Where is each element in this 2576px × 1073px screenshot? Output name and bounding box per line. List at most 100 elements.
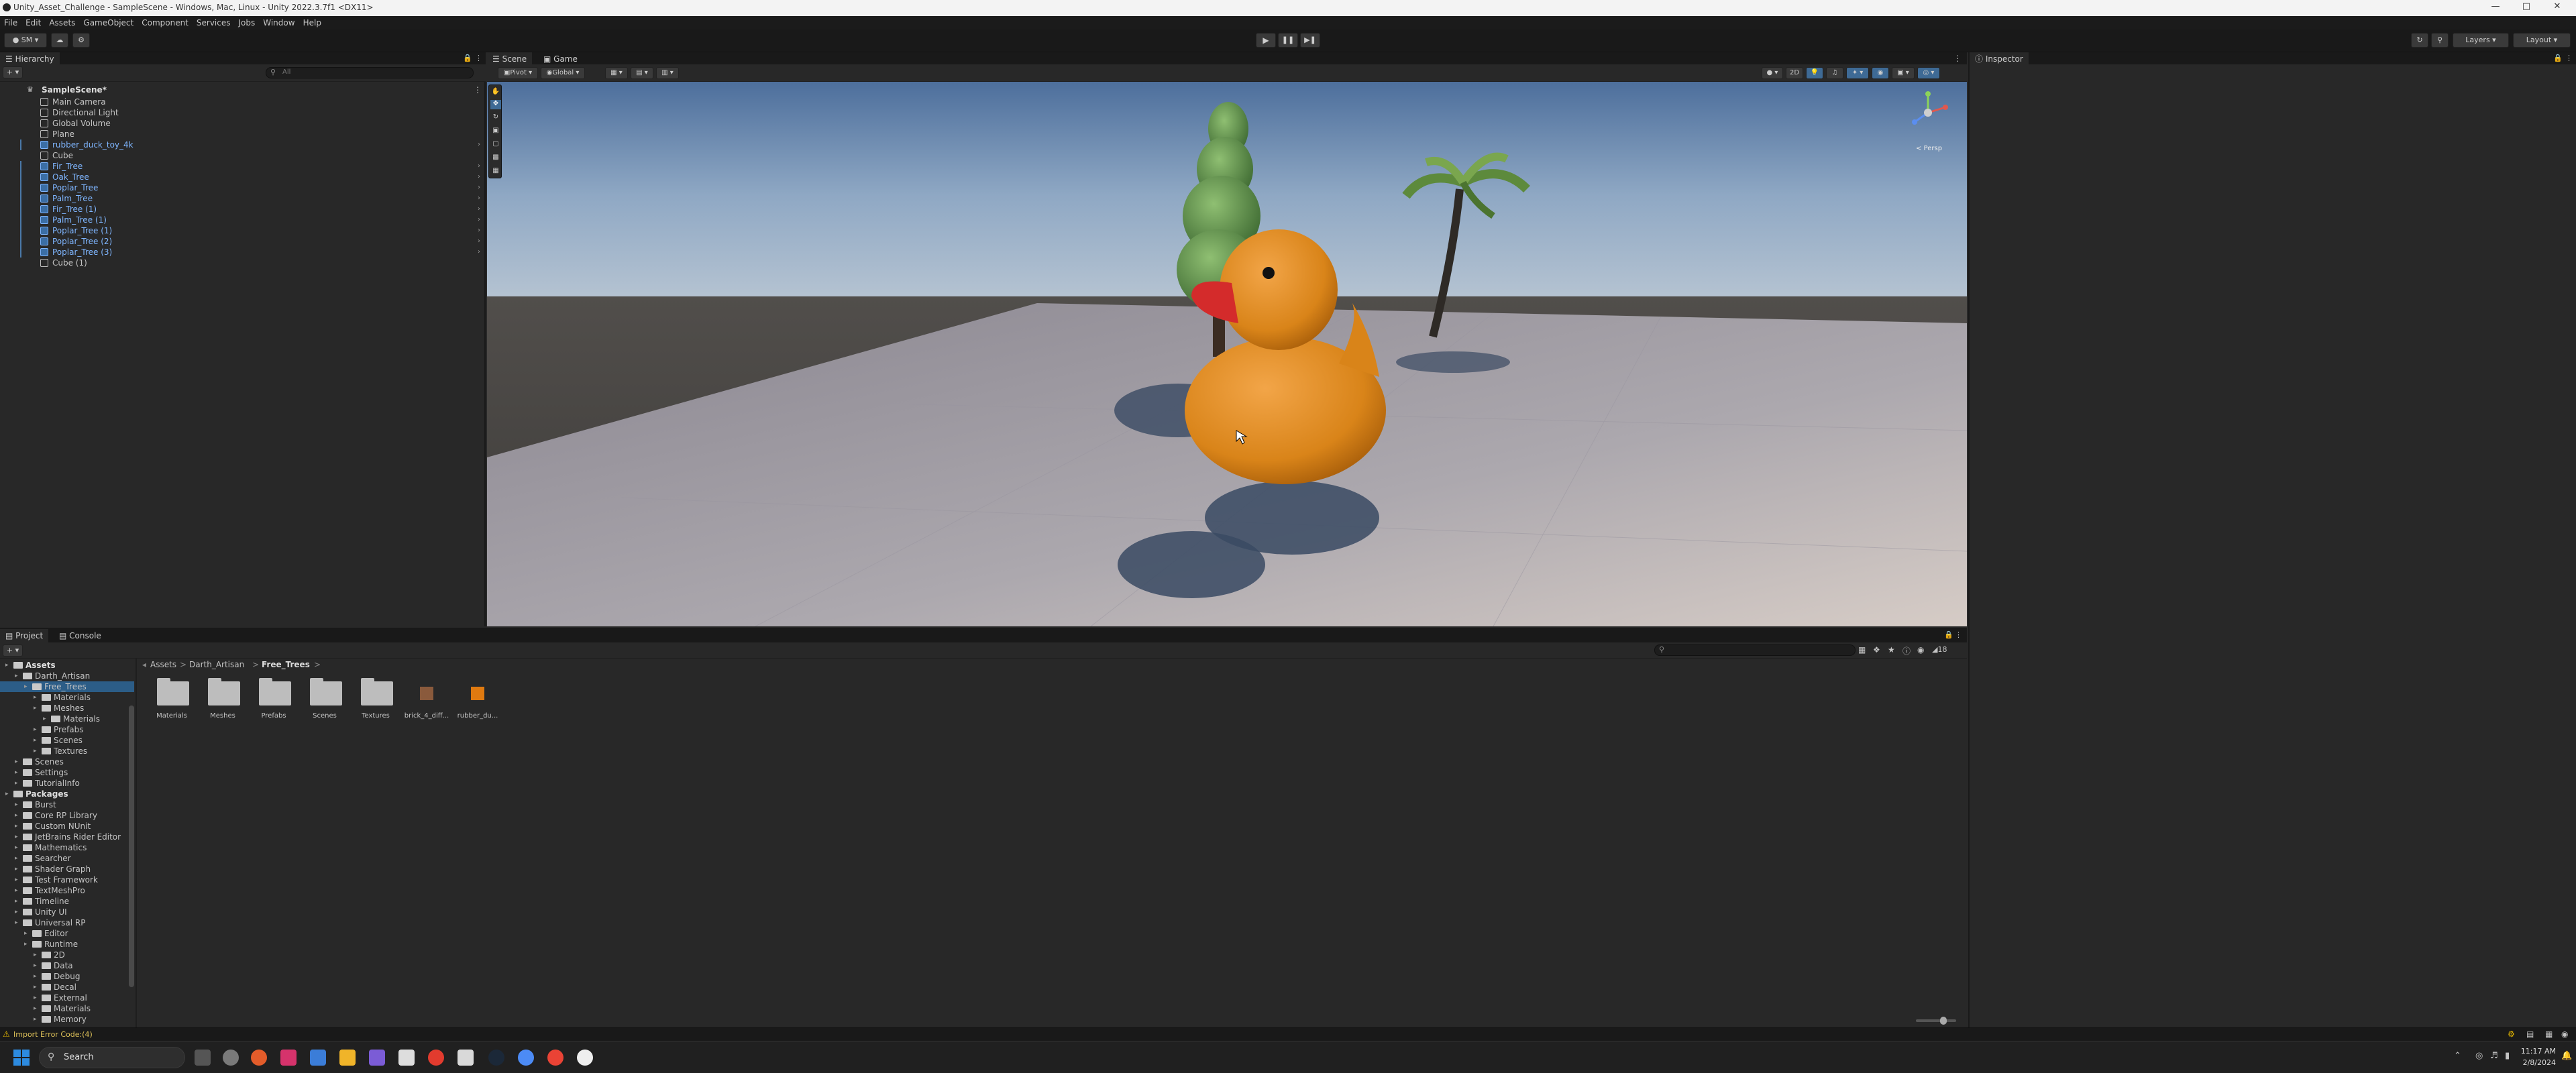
expand-arrow-icon[interactable]: ▸ [34, 1014, 37, 1025]
windows-start-icon[interactable] [13, 1050, 30, 1066]
eye-icon[interactable]: ◉ [1917, 645, 1924, 655]
expand-arrow-icon[interactable]: ▸ [15, 671, 18, 681]
folder-tree-item[interactable]: ▸ Shader Graph [0, 864, 134, 874]
chrome-icon[interactable] [547, 1050, 564, 1066]
breadcrumb-item-free-trees[interactable]: Free_Trees [262, 659, 310, 671]
menu-edit[interactable]: Edit [21, 16, 45, 30]
hierarchy-item[interactable]: Plane [0, 129, 484, 139]
open-prefab-icon[interactable]: › [478, 139, 480, 150]
folder-tree-item[interactable]: ▸ Memory [0, 1014, 134, 1025]
close-icon[interactable]: ✕ [2544, 1, 2571, 15]
expand-arrow-icon[interactable]: ▸ [24, 928, 28, 939]
firefox-icon[interactable] [251, 1050, 267, 1066]
expand-arrow-icon[interactable]: ▸ [34, 982, 37, 993]
expand-arrow-icon[interactable]: ▸ [34, 703, 37, 714]
hand-tool-icon[interactable]: ✋ [490, 88, 501, 97]
lock-icon[interactable]: 🔒 [463, 54, 472, 62]
collab-icon[interactable]: ⚙ [72, 33, 90, 48]
folder-tree-item[interactable]: ▸ JetBrains Rider Editor [0, 832, 134, 842]
folder-tree-item[interactable]: ▸ 2D [0, 950, 134, 960]
expand-arrow-icon[interactable]: ▸ [15, 842, 18, 853]
tab-console[interactable]: ▤ Console [54, 629, 107, 642]
clock-time[interactable]: 11:17 AM [2516, 1047, 2556, 1056]
help-icon[interactable]: ⓘ [1902, 645, 1911, 657]
asset-folder[interactable]: Materials [148, 676, 196, 730]
expand-arrow-icon[interactable]: ▸ [15, 874, 18, 885]
hierarchy-item[interactable]: › rubber_duck_toy_4k [0, 139, 484, 150]
toggle-2d-button[interactable]: 2D [1786, 67, 1803, 79]
asset-folder[interactable]: Scenes [301, 676, 349, 730]
breadcrumb-item-darth-artisan[interactable]: Darth_Artisan [189, 659, 244, 671]
asset-folder[interactable]: Meshes [199, 676, 247, 730]
gizmos-button[interactable]: ◎ ▾ [1917, 67, 1940, 79]
slider-thumb[interactable] [1940, 1017, 1947, 1025]
git-client-icon[interactable] [428, 1050, 444, 1066]
save-search-icon[interactable]: ★ [1888, 645, 1895, 655]
menu-services[interactable]: Services [193, 16, 235, 30]
open-prefab-icon[interactable]: › [478, 161, 480, 172]
kebab-menu-icon[interactable]: ⋮ [1953, 54, 1962, 63]
folder-tree-item[interactable]: ▸ Runtime [0, 939, 134, 950]
folder-tree-item[interactable]: ▸ Materials [0, 692, 134, 703]
step-button[interactable]: ▶❚ [1300, 33, 1320, 48]
kebab-menu-icon[interactable]: ⋮ [475, 54, 482, 62]
expand-arrow-icon[interactable]: ▸ [34, 960, 37, 971]
steam-icon[interactable] [488, 1050, 504, 1066]
folder-tree-item[interactable]: ▸ Decal [0, 982, 134, 993]
search-icon[interactable]: ⚲ [2431, 33, 2449, 48]
expand-arrow-icon[interactable]: ▸ [15, 799, 18, 810]
photos-app-icon[interactable] [280, 1050, 297, 1066]
project-search-input[interactable]: ⚲ [1654, 644, 1856, 656]
folder-tree-item[interactable]: ▸ Mathematics [0, 842, 134, 853]
expand-arrow-icon[interactable]: ▸ [15, 885, 18, 896]
expand-arrow-icon[interactable]: ▸ [34, 971, 37, 982]
create-asset-button[interactable]: + ▾ [3, 644, 23, 657]
expand-arrow-icon[interactable]: ▸ [43, 714, 46, 724]
open-prefab-icon[interactable]: › [478, 182, 480, 193]
snap-increment-button[interactable]: ▤ ▾ [631, 67, 653, 79]
rotate-tool-icon[interactable]: ↻ [490, 113, 501, 123]
hierarchy-item[interactable]: › Oak_Tree [0, 172, 484, 182]
audio-toggle[interactable]: ♫ [1826, 67, 1843, 79]
folder-tree-item[interactable]: ▸ Meshes [0, 703, 134, 714]
folder-tree-item[interactable]: ▸ Burst [0, 799, 134, 810]
open-prefab-icon[interactable]: › [478, 204, 480, 215]
effects-toggle[interactable]: ✦ ▾ [1846, 67, 1869, 79]
lighting-toggle[interactable]: 💡 [1806, 67, 1823, 79]
hierarchy-item[interactable]: › Poplar_Tree (3) [0, 247, 484, 258]
package-icon[interactable]: ▤ [2526, 1029, 2534, 1039]
folder-tree-item[interactable]: ▸ External [0, 993, 134, 1003]
pivot-toggle[interactable]: ▣Pivot ▾ [498, 67, 538, 79]
asset-texture[interactable]: rubber_du... [453, 676, 502, 730]
tray-overflow-icon[interactable]: ⌃ [2454, 1051, 2461, 1061]
move-tool-icon[interactable]: ✥ [490, 100, 501, 109]
menu-component[interactable]: Component [138, 16, 193, 30]
tab-inspector[interactable]: ⓘ Inspector [1970, 52, 2029, 66]
expand-arrow-icon[interactable]: ▸ [15, 853, 18, 864]
asset-folder[interactable]: Textures [352, 676, 400, 730]
task-view-icon[interactable] [195, 1050, 211, 1066]
expand-arrow-icon[interactable]: ▸ [34, 746, 37, 756]
play-button[interactable]: ▶ [1256, 33, 1276, 48]
notification-bell-icon[interactable]: 🔔 [2561, 1051, 2572, 1061]
menu-jobs[interactable]: Jobs [235, 16, 260, 30]
kebab-menu-icon[interactable]: ⋮ [2565, 54, 2573, 62]
folder-tree-item[interactable]: ▸ Materials [0, 1003, 134, 1014]
debug-icon[interactable]: ▦ [2545, 1029, 2553, 1039]
snap-settings-button[interactable]: ▥ ▾ [656, 67, 679, 79]
folder-tree-item[interactable]: ▸ TutorialInfo [0, 778, 134, 789]
folder-tree-item[interactable]: ▸ Scenes [0, 735, 134, 746]
expand-arrow-icon[interactable]: ▸ [34, 950, 37, 960]
cloud-icon[interactable]: ☁ [51, 33, 68, 48]
expand-arrow-icon[interactable]: ▸ [15, 767, 18, 778]
hierarchy-item[interactable]: › Palm_Tree [0, 193, 484, 204]
asset-texture[interactable]: brick_4_diff... [402, 676, 451, 730]
battery-icon[interactable]: ▮ [2505, 1051, 2510, 1061]
projection-label[interactable]: < Persp [1916, 145, 1942, 152]
rect-tool-icon[interactable]: ▢ [490, 140, 501, 150]
layout-dropdown[interactable]: Layout ▾ [2513, 33, 2571, 48]
asset-folder[interactable]: Prefabs [250, 676, 298, 730]
hierarchy-item[interactable]: Global Volume [0, 118, 484, 129]
folder-tree-item[interactable]: ▸ Materials [0, 714, 134, 724]
auto-refresh-icon[interactable]: ◉ [2561, 1029, 2568, 1039]
